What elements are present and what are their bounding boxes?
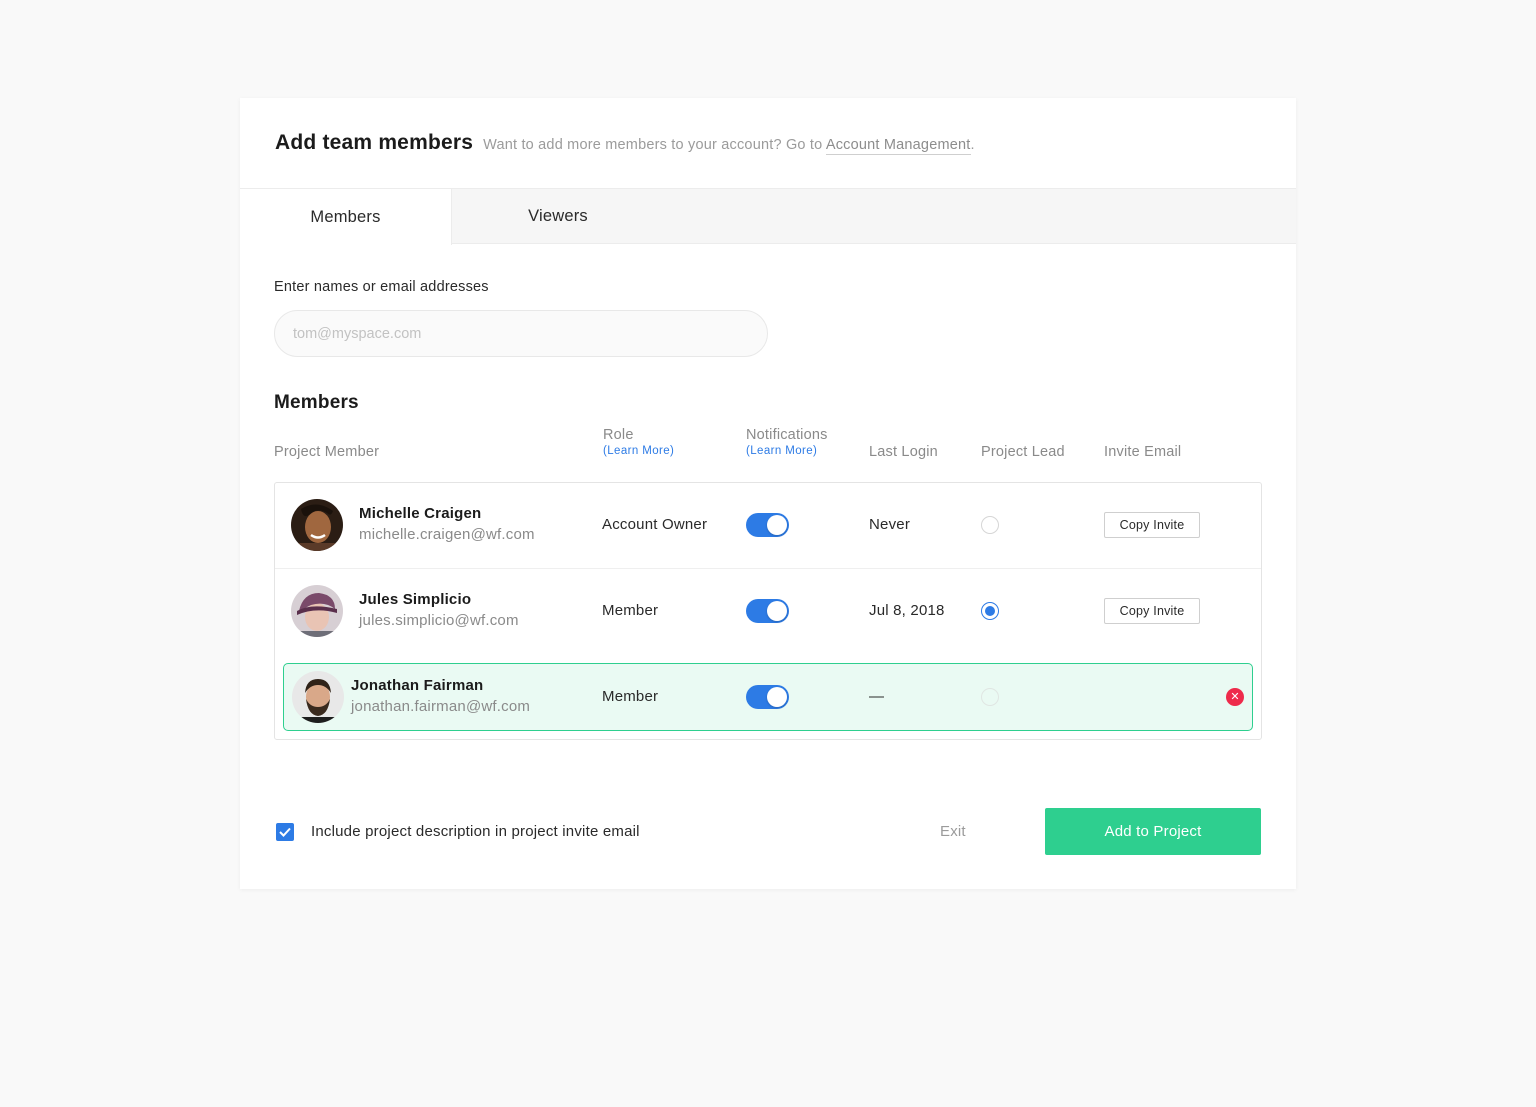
table-row: Jules Simplicio jules.simplicio@wf.com M… [275, 569, 1261, 655]
column-project-member: Project Member [274, 444, 380, 460]
dialog-title: Add team members [275, 131, 474, 154]
close-icon[interactable]: ✕ [1226, 688, 1244, 706]
dialog-subtitle: Want to add more members to your account… [483, 136, 975, 155]
tab-bar: Members Viewers [240, 188, 1296, 245]
member-email: michelle.craigen@wf.com [359, 526, 535, 543]
avatar [292, 671, 344, 723]
toggle-knob [767, 601, 787, 621]
dialog-footer: Include project description in project i… [274, 808, 1262, 855]
dialog-header: Add team members Want to add more member… [240, 98, 1296, 188]
tab-viewers[interactable]: Viewers [452, 189, 664, 243]
last-login: — [869, 688, 885, 705]
avatar [291, 499, 343, 551]
column-notifications-label: Notifications [746, 427, 828, 443]
member-name: Jonathan Fairman [351, 677, 484, 694]
member-info: Jonathan Fairman jonathan.fairman@wf.com [351, 677, 530, 715]
members-table-header: Project Member Role (Learn More) Notific… [274, 416, 1262, 482]
member-email: jules.simplicio@wf.com [359, 612, 519, 629]
column-invite-email: Invite Email [1104, 444, 1182, 460]
members-table: Michelle Craigen michelle.craigen@wf.com… [274, 482, 1262, 740]
notifications-toggle[interactable] [746, 599, 789, 623]
account-management-link[interactable]: Account Management [825, 136, 971, 155]
table-row-new-member: Jonathan Fairman jonathan.fairman@wf.com… [283, 663, 1253, 731]
project-lead-radio[interactable] [981, 516, 999, 534]
subtitle-text: Want to add more members to your account… [483, 136, 826, 153]
project-lead-radio[interactable] [981, 688, 999, 706]
project-lead-radio[interactable] [981, 602, 999, 620]
members-section-title: Members [274, 392, 359, 413]
checkmark-icon [279, 827, 291, 837]
invite-field-label: Enter names or email addresses [274, 279, 489, 295]
exit-button[interactable]: Exit [940, 823, 966, 840]
notifications-toggle[interactable] [746, 685, 789, 709]
member-info: Jules Simplicio jules.simplicio@wf.com [359, 591, 519, 629]
tab-members[interactable]: Members [240, 189, 452, 245]
dialog-body: Enter names or email addresses Members P… [240, 279, 1296, 740]
member-email: jonathan.fairman@wf.com [351, 698, 531, 715]
column-project-lead: Project Lead [981, 444, 1065, 460]
member-role: Member [602, 688, 659, 705]
copy-invite-button[interactable]: Copy Invite [1104, 512, 1200, 538]
copy-invite-button[interactable]: Copy Invite [1104, 598, 1200, 624]
table-row: Michelle Craigen michelle.craigen@wf.com… [275, 483, 1261, 569]
avatar [291, 585, 343, 637]
member-info: Michelle Craigen michelle.craigen@wf.com [359, 505, 535, 543]
member-name: Michelle Craigen [359, 505, 482, 522]
invite-email-input[interactable] [274, 310, 768, 357]
include-description-label: Include project description in project i… [311, 823, 640, 840]
column-notifications: Notifications (Learn More) [746, 427, 828, 457]
column-last-login: Last Login [869, 444, 938, 460]
role-learn-more-link[interactable]: (Learn More) [603, 445, 674, 457]
include-description-checkbox[interactable] [276, 823, 294, 841]
notifications-toggle[interactable] [746, 513, 789, 537]
add-team-members-dialog: Add team members Want to add more member… [240, 98, 1296, 889]
member-role: Member [602, 602, 659, 619]
notifications-learn-more-link[interactable]: (Learn More) [746, 445, 828, 457]
toggle-knob [767, 687, 787, 707]
subtitle-period: . [970, 136, 975, 153]
member-name: Jules Simplicio [359, 591, 472, 608]
member-role: Account Owner [602, 516, 708, 533]
add-to-project-button[interactable]: Add to Project [1045, 808, 1261, 855]
last-login: Never [869, 516, 911, 533]
column-role-label: Role [603, 427, 634, 443]
column-role: Role (Learn More) [603, 427, 674, 457]
last-login: Jul 8, 2018 [869, 602, 945, 619]
toggle-knob [767, 515, 787, 535]
